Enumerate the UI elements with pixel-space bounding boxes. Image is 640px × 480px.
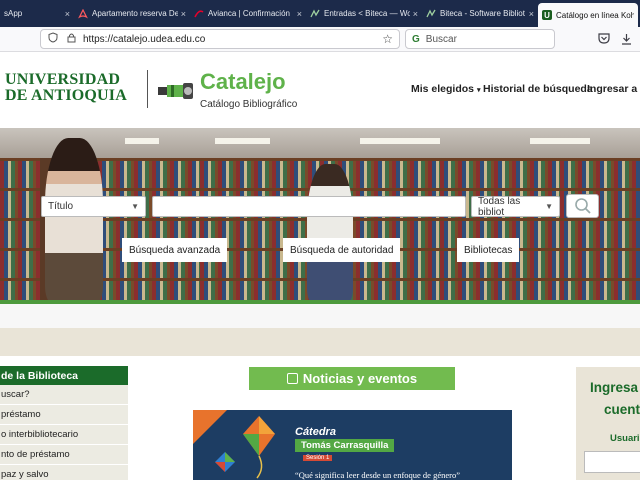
- library-select[interactable]: Todas las bibliot ▼: [471, 195, 560, 218]
- catalejo-brand[interactable]: Catalejo: [200, 69, 286, 95]
- tab-label: Catálogo en línea Koha: [556, 10, 634, 20]
- content-band: [0, 304, 640, 328]
- tab-airbnb[interactable]: Apartamento reserva Del ×: [74, 0, 190, 27]
- university-name-line2: DE ANTIOQUIA: [5, 87, 127, 104]
- tab-avianca[interactable]: Avianca | Confirmación ×: [190, 0, 306, 27]
- browser-tab-strip: sApp × Apartamento reserva Del × Avianca…: [0, 0, 640, 27]
- tab-catalogo-koha[interactable]: U Catálogo en línea Koha: [538, 3, 638, 27]
- sidebar-item[interactable]: nto de préstamo: [0, 445, 128, 465]
- close-icon[interactable]: ×: [181, 9, 186, 19]
- url-text: https://catalejo.udea.edu.co: [83, 33, 206, 45]
- hero-library-image: Título ▼ Todas las bibliot ▼ Búsqueda av…: [0, 128, 640, 302]
- url-bar[interactable]: https://catalejo.udea.edu.co ☆: [40, 29, 400, 49]
- download-icon[interactable]: [621, 33, 632, 48]
- bookshelf: [560, 158, 640, 302]
- nav-mis-elegidos[interactable]: Mis elegidos ▾: [411, 83, 480, 95]
- university-name-line1: UNIVERSIDAD: [5, 71, 121, 88]
- chevron-down-icon: ▼: [545, 202, 553, 211]
- tab-biteca-software[interactable]: Biteca - Software Bibliot ×: [422, 0, 538, 27]
- sidebar-item[interactable]: paz y salvo: [0, 465, 128, 480]
- site-header: UNIVERSIDAD DE ANTIOQUIA Catalejo Catálo…: [0, 52, 640, 128]
- close-icon[interactable]: ×: [529, 9, 534, 19]
- username-label: Usuario: [610, 433, 640, 444]
- nav-historial[interactable]: Historial de búsqueda: [483, 83, 593, 95]
- bookshelf: [440, 158, 560, 302]
- advanced-search-link[interactable]: Búsqueda avanzada: [122, 238, 228, 262]
- library-sidebar: de la Biblioteca uscar? préstamo o inter…: [0, 366, 128, 480]
- caret-down-icon: ▾: [476, 87, 481, 94]
- tab-label: sApp: [4, 9, 23, 18]
- google-icon: G: [412, 33, 420, 45]
- header-divider: [147, 70, 148, 108]
- banner-question: “Qué significa leer desde un enfoque de …: [295, 470, 460, 480]
- search-index-value: Título: [48, 201, 74, 212]
- search-placeholder: Buscar: [425, 33, 457, 45]
- ceiling-light: [125, 138, 159, 144]
- username-input[interactable]: [584, 451, 640, 473]
- sidebar-item[interactable]: uscar?: [0, 385, 128, 405]
- sidebar-item[interactable]: o interbibliotecario: [0, 425, 128, 445]
- brand-subtitle: Catálogo Bibliográfico: [200, 99, 298, 110]
- event-banner[interactable]: Cátedra Tomás Carrasquilla Sesión 1 “Qué…: [193, 410, 512, 480]
- tab-entradas-biteca[interactable]: Entradas < Biteca — Wo ×: [306, 0, 422, 27]
- bookshelf: [0, 158, 40, 302]
- tab-label: Apartamento reserva Del: [92, 9, 178, 18]
- university-logo[interactable]: UNIVERSIDAD DE ANTIOQUIA: [5, 72, 127, 104]
- avianca-icon: [194, 9, 204, 19]
- ceiling-light: [215, 138, 270, 144]
- biteca-icon: [426, 9, 436, 19]
- close-icon[interactable]: ×: [65, 9, 70, 19]
- ceiling-light: [360, 138, 440, 144]
- sidebar-item[interactable]: préstamo: [0, 405, 128, 425]
- login-box: Ingresa cuent Usuario: [576, 367, 640, 480]
- udea-icon: U: [542, 10, 552, 20]
- content-band-beige: [0, 328, 640, 356]
- library-value: Todas las bibliot: [478, 195, 521, 218]
- libraries-link[interactable]: Bibliotecas: [457, 238, 520, 262]
- news-events-label: Noticias y eventos: [302, 371, 418, 386]
- tab-label: Biteca - Software Bibliot: [440, 9, 525, 18]
- tab-whatsapp[interactable]: sApp ×: [0, 0, 74, 27]
- telescope-icon: [157, 82, 195, 100]
- tab-label: Entradas < Biteca — Wo: [324, 9, 410, 18]
- login-title-line1: Ingresa: [590, 380, 639, 395]
- banner-name: Tomás Carrasquilla: [295, 439, 395, 452]
- search-icon: [574, 198, 591, 214]
- close-icon[interactable]: ×: [297, 9, 302, 19]
- airbnb-icon: [78, 8, 88, 19]
- search-query-input[interactable]: [152, 196, 466, 217]
- browser-search-field[interactable]: G Buscar: [405, 29, 555, 49]
- newspaper-icon: [286, 373, 298, 384]
- pocket-icon[interactable]: [598, 33, 610, 47]
- banner-session: Sesión 1: [303, 455, 333, 461]
- man-at-shelf: [307, 164, 353, 302]
- browser-navbar: https://catalejo.udea.edu.co ☆ G Buscar: [0, 27, 640, 52]
- login-title-line2: cuent: [604, 402, 640, 417]
- nav-ingresar[interactable]: Ingresar a su: [587, 83, 640, 95]
- kite-pinwheel-icon: [215, 416, 275, 479]
- bookshelf: [200, 158, 320, 302]
- bookmark-star-icon[interactable]: ☆: [382, 32, 393, 46]
- ceiling-light: [530, 138, 590, 144]
- wordpress-icon: [310, 9, 320, 19]
- shield-icon[interactable]: [47, 32, 59, 46]
- woman-reading: [45, 138, 103, 302]
- news-events-button[interactable]: Noticias y eventos: [249, 367, 455, 390]
- tab-label: Avianca | Confirmación: [208, 9, 290, 18]
- sidebar-title: de la Biblioteca: [0, 366, 128, 385]
- nav-mis-elegidos-label: Mis elegidos: [411, 83, 475, 95]
- search-index-select[interactable]: Título ▼: [41, 196, 146, 217]
- search-button[interactable]: [566, 194, 599, 218]
- authority-search-link[interactable]: Búsqueda de autoridad: [283, 238, 401, 262]
- close-icon[interactable]: ×: [413, 9, 418, 19]
- banner-category: Cátedra: [295, 426, 336, 438]
- lock-icon[interactable]: [65, 32, 77, 46]
- chevron-down-icon: ▼: [131, 202, 139, 211]
